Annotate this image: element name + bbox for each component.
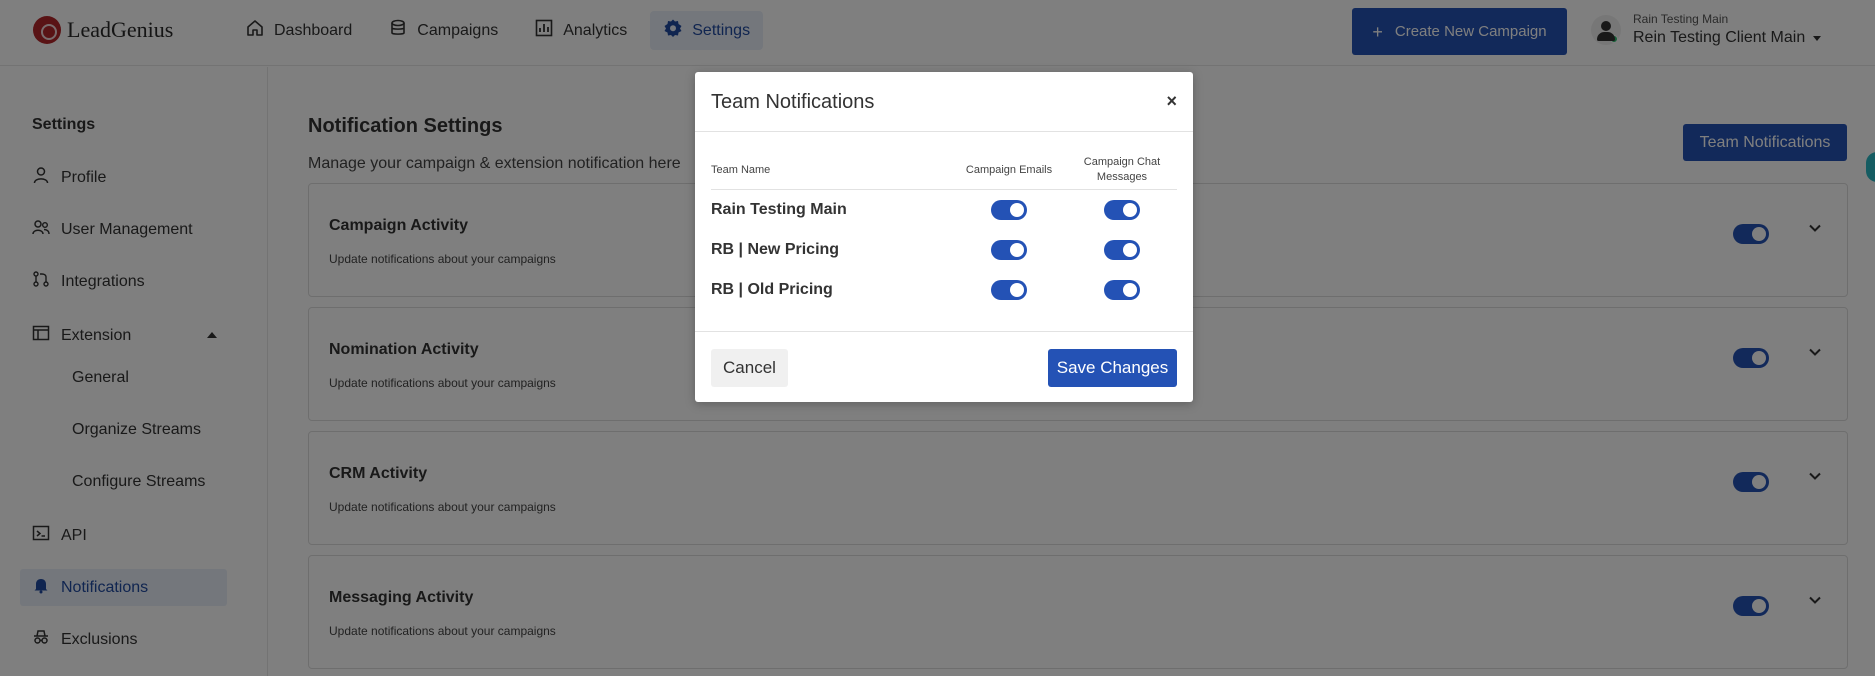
- campaign-chat-toggle[interactable]: [1104, 240, 1140, 260]
- column-header-campaign-chat: Campaign Chat Messages: [1083, 155, 1161, 183]
- modal-header: Team Notifications ×: [695, 72, 1193, 132]
- campaign-chat-toggle[interactable]: [1104, 200, 1140, 220]
- campaign-emails-toggle[interactable]: [991, 240, 1027, 260]
- table-header-row: Team Name Campaign Emails Campaign Chat …: [711, 150, 1177, 190]
- column-header-team-name: Team Name: [711, 163, 771, 176]
- campaign-emails-toggle[interactable]: [991, 200, 1027, 220]
- cancel-button[interactable]: Cancel: [711, 349, 788, 387]
- team-name-cell: RB | Old Pricing: [711, 281, 833, 298]
- modal-title: Team Notifications: [711, 91, 875, 113]
- campaign-emails-toggle[interactable]: [991, 280, 1027, 300]
- campaign-chat-toggle[interactable]: [1104, 280, 1140, 300]
- close-icon[interactable]: ×: [1166, 91, 1177, 112]
- team-notifications-modal: Team Notifications × Team Name Campaign …: [695, 72, 1193, 402]
- modal-footer: Cancel Save Changes: [695, 331, 1193, 402]
- save-changes-button[interactable]: Save Changes: [1048, 349, 1177, 387]
- table-row: RB | Old Pricing: [711, 270, 1177, 310]
- team-notifications-table: Team Name Campaign Emails Campaign Chat …: [711, 150, 1177, 310]
- column-header-campaign-emails: Campaign Emails: [965, 163, 1053, 176]
- table-row: Rain Testing Main: [711, 190, 1177, 230]
- team-name-cell: RB | New Pricing: [711, 241, 840, 258]
- table-row: RB | New Pricing: [711, 230, 1177, 270]
- team-name-cell: Rain Testing Main: [711, 201, 847, 218]
